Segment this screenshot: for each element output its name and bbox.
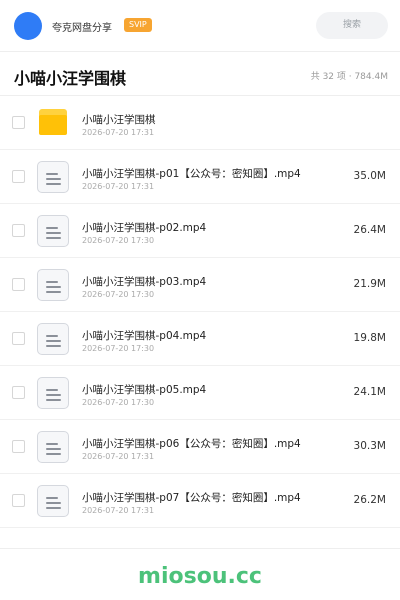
file-date: 2026-07-20 17:31 bbox=[82, 506, 155, 515]
select-checkbox[interactable] bbox=[12, 494, 25, 507]
select-checkbox[interactable] bbox=[12, 440, 25, 453]
search-input[interactable]: 搜索 bbox=[316, 12, 388, 39]
file-name[interactable]: 小喵小汪学围棋-p04.mp4 bbox=[82, 328, 206, 343]
file-name[interactable]: 小喵小汪学围棋-p02.mp4 bbox=[82, 220, 206, 235]
file-size: 26.4M bbox=[353, 224, 386, 236]
select-checkbox[interactable] bbox=[12, 278, 25, 291]
file-date: 2026-07-20 17:31 bbox=[82, 128, 155, 137]
file-name[interactable]: 小喵小汪学围棋-p07【公众号：密知圈】.mp4 bbox=[82, 490, 301, 505]
file-list: 小喵小汪学围棋 2026-07-20 17:31 小喵小汪学围棋-p01【公众号：密… bbox=[0, 96, 400, 528]
file-name[interactable]: 小喵小汪学围棋 bbox=[82, 112, 156, 127]
brand-watermark: miosou.cc bbox=[138, 564, 262, 589]
file-date: 2026-07-20 17:30 bbox=[82, 398, 155, 407]
file-icon bbox=[37, 377, 69, 409]
file-icon bbox=[37, 269, 69, 301]
file-date: 2026-07-20 17:30 bbox=[82, 290, 155, 299]
list-item[interactable]: 小喵小汪学围棋 2026-07-20 17:31 bbox=[0, 96, 400, 150]
file-date: 2026-07-20 17:30 bbox=[82, 236, 155, 245]
share-name: 夸克网盘分享 bbox=[52, 23, 112, 34]
footer-divider bbox=[0, 548, 400, 549]
file-name[interactable]: 小喵小汪学围棋-p05.mp4 bbox=[82, 382, 206, 397]
folder-header: 小喵小汪学围棋 共 32 项 · 784.4M bbox=[0, 52, 400, 96]
file-icon bbox=[37, 323, 69, 355]
file-size: 30.3M bbox=[353, 440, 386, 452]
select-checkbox[interactable] bbox=[12, 386, 25, 399]
list-item[interactable]: 小喵小汪学围棋-p05.mp4 2026-07-20 17:30 24.1M bbox=[0, 366, 400, 420]
file-name[interactable]: 小喵小汪学围棋-p03.mp4 bbox=[82, 274, 206, 289]
folder-summary: 共 32 项 · 784.4M bbox=[310, 72, 388, 82]
file-name[interactable]: 小喵小汪学围棋-p01【公众号：密知圈】.mp4 bbox=[82, 166, 301, 181]
select-checkbox[interactable] bbox=[12, 224, 25, 237]
file-icon bbox=[37, 431, 69, 463]
list-item[interactable]: 小喵小汪学围棋-p04.mp4 2026-07-20 17:30 19.8M bbox=[0, 312, 400, 366]
file-date: 2026-07-20 17:31 bbox=[82, 452, 155, 461]
file-icon bbox=[37, 161, 69, 193]
select-checkbox[interactable] bbox=[12, 116, 25, 129]
file-date: 2026-07-20 17:30 bbox=[82, 344, 155, 353]
file-size: 21.9M bbox=[353, 278, 386, 290]
file-date: 2026-07-20 17:31 bbox=[82, 182, 155, 191]
file-icon bbox=[37, 215, 69, 247]
avatar[interactable] bbox=[14, 12, 42, 40]
top-bar: 夸克网盘分享 SVIP 搜索 bbox=[0, 0, 400, 52]
file-name[interactable]: 小喵小汪学围棋-p06【公众号：密知圈】.mp4 bbox=[82, 436, 301, 451]
list-item[interactable]: 小喵小汪学围棋-p01【公众号：密知圈】.mp4 2026-07-20 17:31… bbox=[0, 150, 400, 204]
svip-badge: SVIP bbox=[124, 18, 152, 32]
list-item[interactable]: 小喵小汪学围棋-p06【公众号：密知圈】.mp4 2026-07-20 17:31… bbox=[0, 420, 400, 474]
list-item[interactable]: 小喵小汪学围棋-p07【公众号：密知圈】.mp4 2026-07-20 17:31… bbox=[0, 474, 400, 528]
list-item[interactable]: 小喵小汪学围棋-p03.mp4 2026-07-20 17:30 21.9M bbox=[0, 258, 400, 312]
select-checkbox[interactable] bbox=[12, 332, 25, 345]
file-size: 35.0M bbox=[353, 170, 386, 182]
file-icon bbox=[37, 485, 69, 517]
folder-icon bbox=[37, 107, 69, 139]
select-checkbox[interactable] bbox=[12, 170, 25, 183]
file-size: 19.8M bbox=[353, 332, 386, 344]
page-title: 小喵小汪学围棋 bbox=[14, 69, 127, 88]
file-size: 24.1M bbox=[353, 386, 386, 398]
file-size: 26.2M bbox=[353, 494, 386, 506]
list-item[interactable]: 小喵小汪学围棋-p02.mp4 2026-07-20 17:30 26.4M bbox=[0, 204, 400, 258]
